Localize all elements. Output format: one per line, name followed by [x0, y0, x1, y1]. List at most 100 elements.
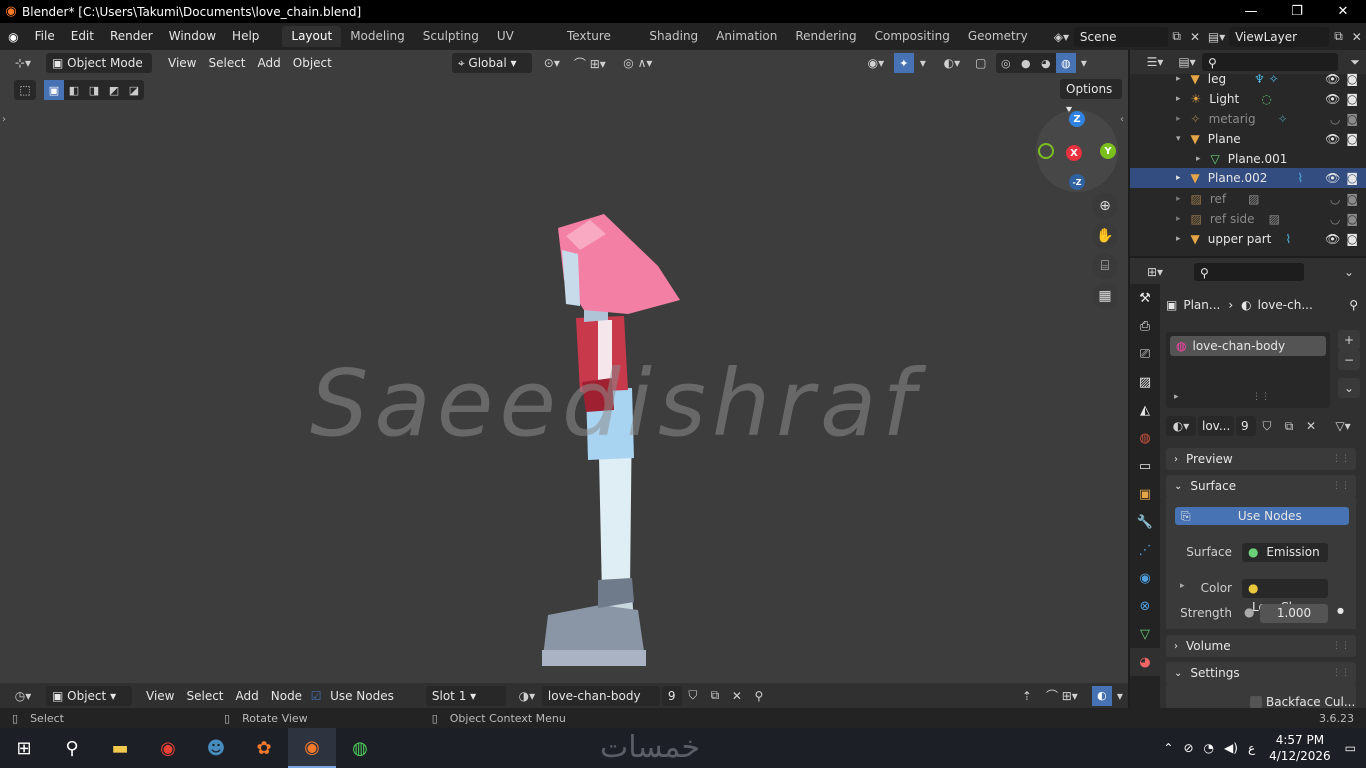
data-tab-icon[interactable]: ▽: [1130, 620, 1160, 648]
list-resize-handle[interactable]: ⋮⋮: [1252, 392, 1270, 402]
blender-menu-icon[interactable]: ◉: [0, 27, 27, 47]
material-browse-icon[interactable]: ◑▾: [512, 686, 542, 706]
outliner-row[interactable]: ▸ ▽ Plane.001: [1130, 149, 1366, 169]
outliner-row[interactable]: ▸ ▨ ref ▨ ◡ ◙: [1130, 189, 1366, 209]
toolbar-expand-icon[interactable]: ›: [2, 114, 6, 125]
material-name-field[interactable]: love-chan-body: [541, 685, 660, 706]
tab-uv-editing[interactable]: UV Editing: [488, 26, 558, 64]
preview-panel-header[interactable]: › Preview ⋮⋮: [1166, 448, 1356, 470]
navigation-gizmo[interactable]: Z X Y -Z: [1036, 110, 1118, 192]
eye-hidden-icon[interactable]: ◡: [1330, 192, 1340, 206]
outliner-row[interactable]: ▸ ▼ leg ♆ ✧ 👁 ◙: [1130, 69, 1366, 89]
render-camera-icon[interactable]: ◙: [1346, 92, 1358, 106]
duplicate-material-icon[interactable]: ⧉: [704, 686, 726, 706]
neg-z-axis-icon[interactable]: -Z: [1069, 174, 1085, 190]
file-explorer-icon[interactable]: ▬: [96, 728, 144, 768]
windows-start-icon[interactable]: ⊞: [0, 728, 48, 768]
fl-studio-icon[interactable]: ✿: [240, 728, 288, 768]
orientation-selector[interactable]: ⌖ Global ▾: [451, 53, 532, 73]
render-camera-icon[interactable]: ◙: [1346, 212, 1358, 226]
surface-shader-field[interactable]: ● Emission: [1242, 543, 1328, 562]
view-layer-field[interactable]: ViewLayer: [1229, 26, 1330, 47]
select-extend-icon[interactable]: ◧: [64, 80, 84, 100]
tab-animation[interactable]: Animation: [707, 26, 786, 47]
new-view-layer-icon[interactable]: ⧉: [1329, 27, 1347, 47]
physics-tab-icon[interactable]: ◉: [1130, 564, 1160, 592]
eye-icon[interactable]: 👁: [1325, 171, 1340, 185]
keyframe-dot-icon[interactable]: ●: [1337, 606, 1344, 615]
tab-geometry-nodes[interactable]: Geometry Noc: [959, 26, 1049, 64]
eye-icon[interactable]: 👁: [1325, 92, 1340, 106]
gizmo-toggle[interactable]: ✦: [893, 53, 914, 73]
browse-material-icon[interactable]: ◐▾: [1166, 416, 1196, 436]
particles-tab-icon[interactable]: ⋰: [1130, 536, 1160, 564]
expand-icon[interactable]: ▸: [1176, 74, 1181, 84]
shader-type-selector[interactable]: ▣ Object ▾: [46, 685, 132, 706]
material-tab-icon[interactable]: ◕: [1130, 648, 1160, 676]
object-tab-icon[interactable]: ▣: [1130, 480, 1160, 508]
outliner-row[interactable]: ▸ ▨ ref side ▨ ◡ ◙: [1130, 209, 1366, 229]
node-menu-add[interactable]: Add: [230, 686, 265, 706]
drag-handle-icon[interactable]: ⋮⋮: [1332, 454, 1350, 464]
x-axis-icon[interactable]: X: [1066, 145, 1082, 161]
render-camera-icon[interactable]: ◙: [1346, 72, 1358, 86]
select-subtract-icon[interactable]: ◨: [84, 80, 104, 100]
tab-sculpting[interactable]: Sculpting: [414, 26, 488, 47]
duplicate-material-icon[interactable]: ⧉: [1278, 416, 1300, 436]
remove-slot-icon[interactable]: −: [1338, 350, 1360, 370]
sidebar-expand-icon[interactable]: ‹: [1120, 114, 1124, 125]
scene-selector-icon[interactable]: ◈▾: [1049, 27, 1074, 47]
constraints-tab-icon[interactable]: ⊗: [1130, 592, 1160, 620]
render-camera-icon[interactable]: ◙: [1346, 171, 1358, 185]
render-camera-icon[interactable]: ◙: [1346, 232, 1358, 246]
neg-y-axis-icon[interactable]: [1038, 143, 1054, 159]
minimize-icon[interactable]: —: [1228, 0, 1274, 23]
volume-icon[interactable]: ◀): [1224, 741, 1238, 755]
eye-hidden-icon[interactable]: ◡: [1330, 112, 1340, 126]
eye-icon[interactable]: 👁: [1325, 72, 1340, 86]
parent-node-icon[interactable]: ⇡: [1016, 686, 1038, 706]
gizmo-icon[interactable]: ✦: [893, 53, 914, 73]
viewport-menu-object[interactable]: Object: [287, 53, 338, 73]
node-menu-view[interactable]: View: [140, 686, 180, 706]
maximize-icon[interactable]: ❐: [1274, 0, 1320, 23]
viewport-menu-view[interactable]: View: [162, 53, 202, 73]
expand-icon[interactable]: ▸: [1176, 234, 1181, 244]
paint-app-icon[interactable]: ◍: [336, 728, 384, 768]
pivot-icon[interactable]: ⊙▾: [538, 53, 566, 73]
scene-tab-icon[interactable]: ◭: [1130, 396, 1160, 424]
node-menu-select[interactable]: Select: [180, 686, 229, 706]
delete-scene-icon[interactable]: ✕: [1186, 27, 1204, 47]
tab-texture-paint[interactable]: Texture Paint: [558, 26, 640, 64]
wireframe-shading-icon[interactable]: ◎: [996, 53, 1016, 73]
use-nodes-checkbox[interactable]: ☑: [308, 686, 324, 706]
select-new-icon[interactable]: ▣: [44, 80, 64, 100]
gizmo-dropdown-icon[interactable]: ▾: [914, 53, 932, 73]
overlays-icon[interactable]: ◐▾: [938, 53, 966, 73]
menu-window[interactable]: Window: [161, 26, 224, 47]
node-overlay-icon[interactable]: ◐: [1091, 685, 1112, 706]
collapse-icon[interactable]: ▾: [1176, 134, 1181, 144]
visibility-icon[interactable]: ◉▾: [862, 53, 890, 73]
view-layer-icon[interactable]: ▤▾: [1204, 27, 1229, 47]
snap-icon[interactable]: ⌒ ⊞▾: [566, 53, 614, 73]
language-indicator[interactable]: ع: [1248, 741, 1255, 755]
material-slot-list[interactable]: ◍ love-chan-body ▸ ⋮⋮: [1166, 332, 1330, 408]
tool-tab-icon[interactable]: ⚒: [1130, 284, 1160, 312]
new-scene-icon[interactable]: ⧉: [1168, 27, 1186, 47]
blender-taskbar-icon[interactable]: ◉: [288, 728, 336, 768]
notifications-icon[interactable]: ▭: [1345, 741, 1356, 755]
menu-edit[interactable]: Edit: [63, 26, 102, 47]
render-camera-icon[interactable]: ◙: [1346, 112, 1358, 126]
mode-selector[interactable]: ▣ Object Mode ▾: [46, 53, 152, 90]
eye-icon[interactable]: 👁: [1325, 132, 1340, 146]
select-box-icon[interactable]: ⬚: [14, 80, 36, 100]
grid-perspective-icon[interactable]: ▦: [1092, 283, 1118, 309]
close-icon[interactable]: ✕: [1320, 0, 1366, 23]
output-tab-icon[interactable]: ⎚: [1130, 340, 1160, 368]
render-camera-icon[interactable]: ◙: [1346, 192, 1358, 206]
show-hidden-icons-icon[interactable]: ⌃: [1163, 741, 1173, 755]
eye-icon[interactable]: 👁: [1325, 232, 1340, 246]
xray-icon[interactable]: ▢: [970, 53, 992, 73]
unlink-material-icon[interactable]: ✕: [726, 686, 748, 706]
